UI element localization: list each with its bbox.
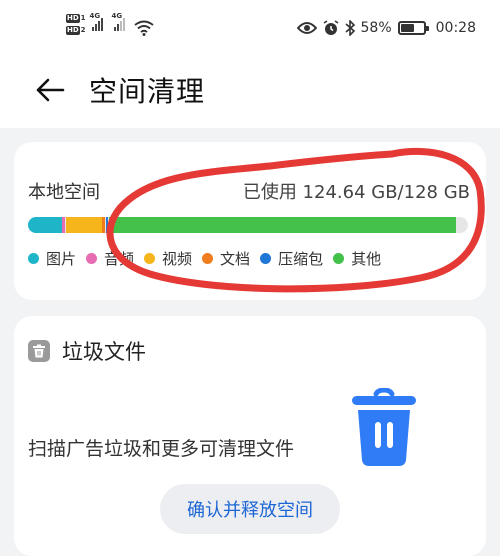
junk-files-card[interactable]: 垃圾文件 扫描广告垃圾和更多可清理文件 确认并释放空间 — [14, 316, 486, 556]
bluetooth-icon — [344, 20, 355, 36]
alarm-icon — [323, 20, 338, 35]
hd2-label: HD — [66, 26, 80, 35]
bar-segment-video — [66, 217, 102, 233]
bar-segment-images — [28, 217, 62, 233]
battery-level — [400, 24, 414, 32]
legend-dot — [86, 253, 98, 264]
junk-files-title: 垃圾文件 — [62, 340, 146, 364]
bar-segment-documents — [102, 217, 105, 233]
clock-time: 00:28 — [435, 20, 476, 36]
status-left: HD 1 HD 2 4G 4G — [66, 12, 154, 36]
net1-label: 4G — [89, 12, 101, 20]
legend-item-video: 视频 — [144, 248, 192, 269]
signal-2-icon: 4G — [112, 12, 126, 31]
wifi-icon — [133, 20, 154, 36]
legend-label: 音频 — [104, 250, 135, 268]
legend-item-archives: 压缩包 — [260, 248, 323, 269]
signal-1-icon: 4G — [90, 12, 104, 31]
sim-badges: HD 1 HD 2 — [66, 14, 86, 35]
bar-segment-audio — [62, 217, 65, 233]
legend-label: 视频 — [162, 250, 193, 268]
sim1-badge: HD 1 — [66, 14, 86, 23]
legend-label: 压缩包 — [278, 250, 324, 268]
status-right: 58% 00:28 — [296, 20, 476, 36]
legend-label: 文档 — [220, 250, 251, 268]
battery-icon — [397, 21, 429, 35]
eye-icon — [296, 22, 317, 34]
legend-item-documents: 文档 — [202, 248, 250, 269]
hd1-label: HD — [66, 14, 80, 23]
status-bar: HD 1 HD 2 4G 4G 58% 00:28 — [0, 0, 500, 64]
legend-item-audio: 音频 — [86, 248, 134, 269]
legend-dot — [144, 253, 156, 264]
storage-card[interactable]: 本地空间 已使用 124.64 GB/128 GB 图片 音频 视频 文档 压缩… — [14, 142, 486, 300]
trash-can-icon — [352, 388, 416, 466]
bar-segment-archives — [106, 217, 108, 233]
junk-files-description: 扫描广告垃圾和更多可清理文件 — [28, 438, 295, 460]
net2-label: 4G — [111, 12, 123, 20]
legend-item-other: 其他 — [333, 248, 381, 269]
legend-dot — [202, 253, 214, 264]
storage-legend: 图片 音频 视频 文档 压缩包 其他 — [28, 248, 391, 269]
legend-dot — [260, 253, 272, 264]
sim2-badge: HD 2 — [66, 26, 86, 35]
sim2-number: 2 — [80, 26, 86, 34]
storage-used-text: 已使用 124.64 GB/128 GB — [242, 182, 470, 203]
confirm-release-space-button[interactable]: 确认并释放空间 — [160, 484, 340, 534]
bar-segment-other — [109, 217, 456, 233]
trash-small-icon — [28, 340, 50, 362]
arrow-left-icon — [36, 78, 65, 102]
legend-label: 图片 — [46, 250, 77, 268]
legend-dot — [28, 253, 39, 264]
storage-label: 本地空间 — [28, 182, 100, 203]
legend-item-images: 图片 — [28, 248, 76, 269]
battery-percent: 58% — [360, 20, 392, 36]
page-title: 空间清理 — [89, 75, 206, 108]
legend-label: 其他 — [351, 250, 382, 268]
sim1-number: 1 — [80, 14, 86, 22]
legend-dot — [333, 253, 345, 264]
storage-usage-bar — [28, 217, 468, 233]
back-button[interactable] — [30, 74, 70, 106]
